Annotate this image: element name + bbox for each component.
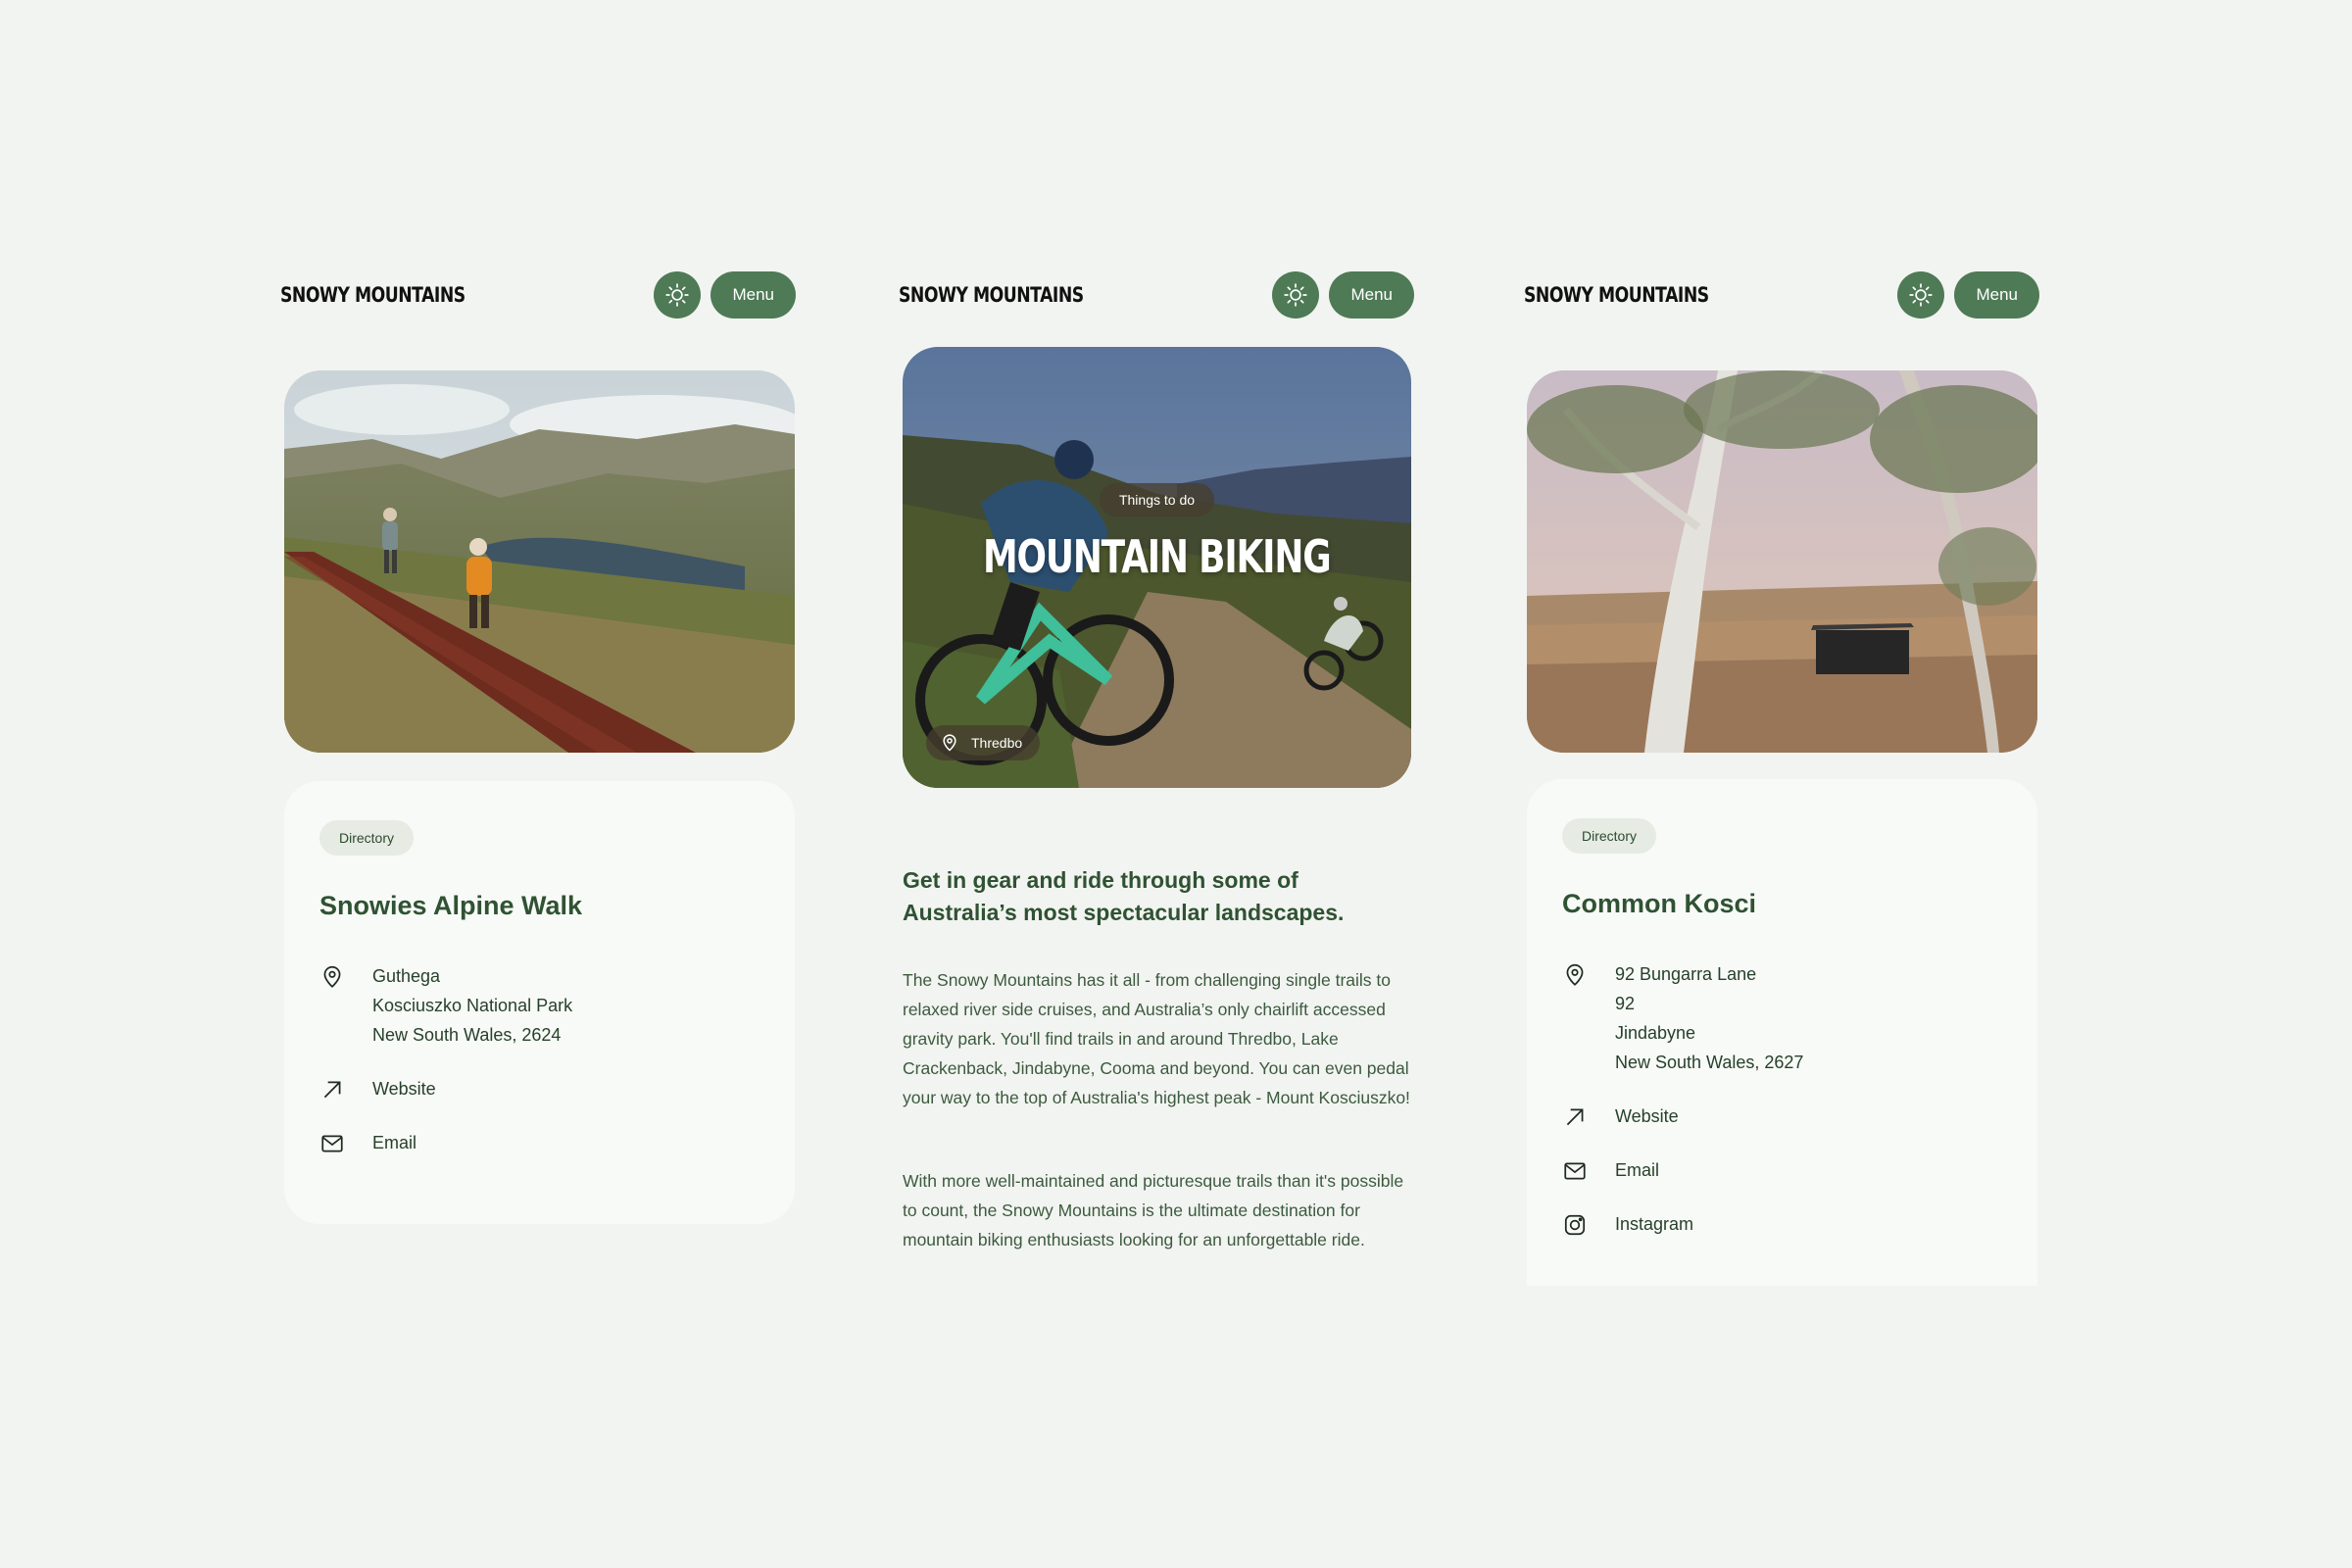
menu-button[interactable]: Menu [1954,271,2039,318]
hero-overlay: Things to do MOUNTAIN BIKING [903,347,1411,788]
address: 92 Bungarra Lane 92 Jindabyne New South … [1615,959,1803,1077]
header: SNOWY MOUNTAINS Menu [899,270,1414,319]
hero-title: MOUNTAIN BIKING [983,530,1332,583]
brand-logo[interactable]: SNOWY MOUNTAINS [280,283,466,307]
brand-logo[interactable]: SNOWY MOUNTAINS [1524,283,1709,307]
address-line: 92 [1615,994,1636,1013]
website-label: Website [372,1079,436,1099]
category-tag[interactable]: Things to do [1099,483,1215,516]
arrow-up-right-icon [323,1081,341,1099]
header-controls: Menu [1897,271,2039,318]
address-line: Guthega [372,966,441,986]
address-row: 92 Bungarra Lane 92 Jindabyne New South … [1562,962,2002,1077]
brand-logo[interactable]: SNOWY MOUNTAINS [899,283,1084,307]
map-pin-icon [1566,963,1584,986]
listing-details: 92 Bungarra Lane 92 Jindabyne New South … [1562,962,2002,1239]
sun-icon [665,283,690,307]
alpine-walk-photo [284,370,795,753]
listing-title: Snowies Alpine Walk [319,891,583,920]
theme-toggle-button[interactable] [1272,271,1320,318]
address: Guthega Kosciuszko National Park New Sou… [372,961,572,1050]
sun-icon [1909,283,1934,307]
category-chip[interactable]: Directory [319,820,415,856]
mountain-biking-panel: SNOWY MOUNTAINS Menu Things to do MOUNTA… [899,0,1428,1568]
address-line: New South Wales, 2627 [1615,1053,1804,1072]
listing-details: Guthega Kosciuszko National Park New Sou… [319,964,760,1157]
category-chip[interactable]: Directory [1562,818,1657,854]
website-link[interactable]: Website [1562,1104,2002,1131]
address-line: Jindabyne [1615,1023,1696,1043]
theme-toggle-button[interactable] [654,271,702,318]
header-controls: Menu [1272,271,1414,318]
body-paragraph: The Snowy Mountains has it all - from ch… [903,970,1410,1107]
header: SNOWY MOUNTAINS Menu [1524,270,2039,319]
mail-icon [1564,1162,1586,1180]
arrow-up-right-icon [1566,1108,1584,1126]
common-kosci-photo [1527,370,2037,753]
map-pin-icon [323,965,341,988]
address-line: Kosciuszko National Park [372,996,573,1015]
intro-lead: Get in gear and ride through some of Aus… [903,867,1345,925]
listing-title: Common Kosci [1562,889,1757,918]
directory-card: Directory Snowies Alpine Walk Guthega Ko… [284,781,795,1224]
map-pin-icon [943,734,956,752]
instagram-link[interactable]: Instagram [1562,1212,2002,1239]
body-paragraph: With more well-maintained and picturesqu… [903,1171,1404,1250]
sun-icon [1284,283,1308,307]
email-link[interactable]: Email [319,1131,760,1157]
email-label: Email [372,1133,417,1152]
website-label: Website [1615,1106,1679,1126]
hero-banner[interactable]: Things to do MOUNTAIN BIKING Thredbo [903,347,1411,788]
address-line: New South Wales, 2624 [372,1025,562,1045]
directory-panel-alpine-walk: SNOWY MOUNTAINS Menu Directory Snowies A… [280,0,809,1568]
email-label: Email [1615,1160,1660,1180]
theme-toggle-button[interactable] [1897,271,1945,318]
instagram-label: Instagram [1615,1214,1694,1234]
address-line: 92 Bungarra Lane [1615,964,1757,984]
email-link[interactable]: Email [1562,1158,2002,1185]
menu-button[interactable]: Menu [1329,271,1414,318]
header: SNOWY MOUNTAINS Menu [280,270,796,319]
menu-button[interactable]: Menu [710,271,796,318]
location-label: Thredbo [971,735,1023,751]
header-controls: Menu [654,271,796,318]
website-link[interactable]: Website [319,1077,760,1103]
instagram-icon [1564,1214,1586,1236]
mail-icon [321,1135,343,1152]
address-row: Guthega Kosciuszko National Park New Sou… [319,964,760,1050]
directory-card: Directory Common Kosci 92 Bungarra Lane … [1527,779,2037,1286]
location-badge[interactable]: Thredbo [926,725,1041,760]
directory-panel-common-kosci: SNOWY MOUNTAINS Menu Directory Common Ko… [1524,0,2053,1568]
